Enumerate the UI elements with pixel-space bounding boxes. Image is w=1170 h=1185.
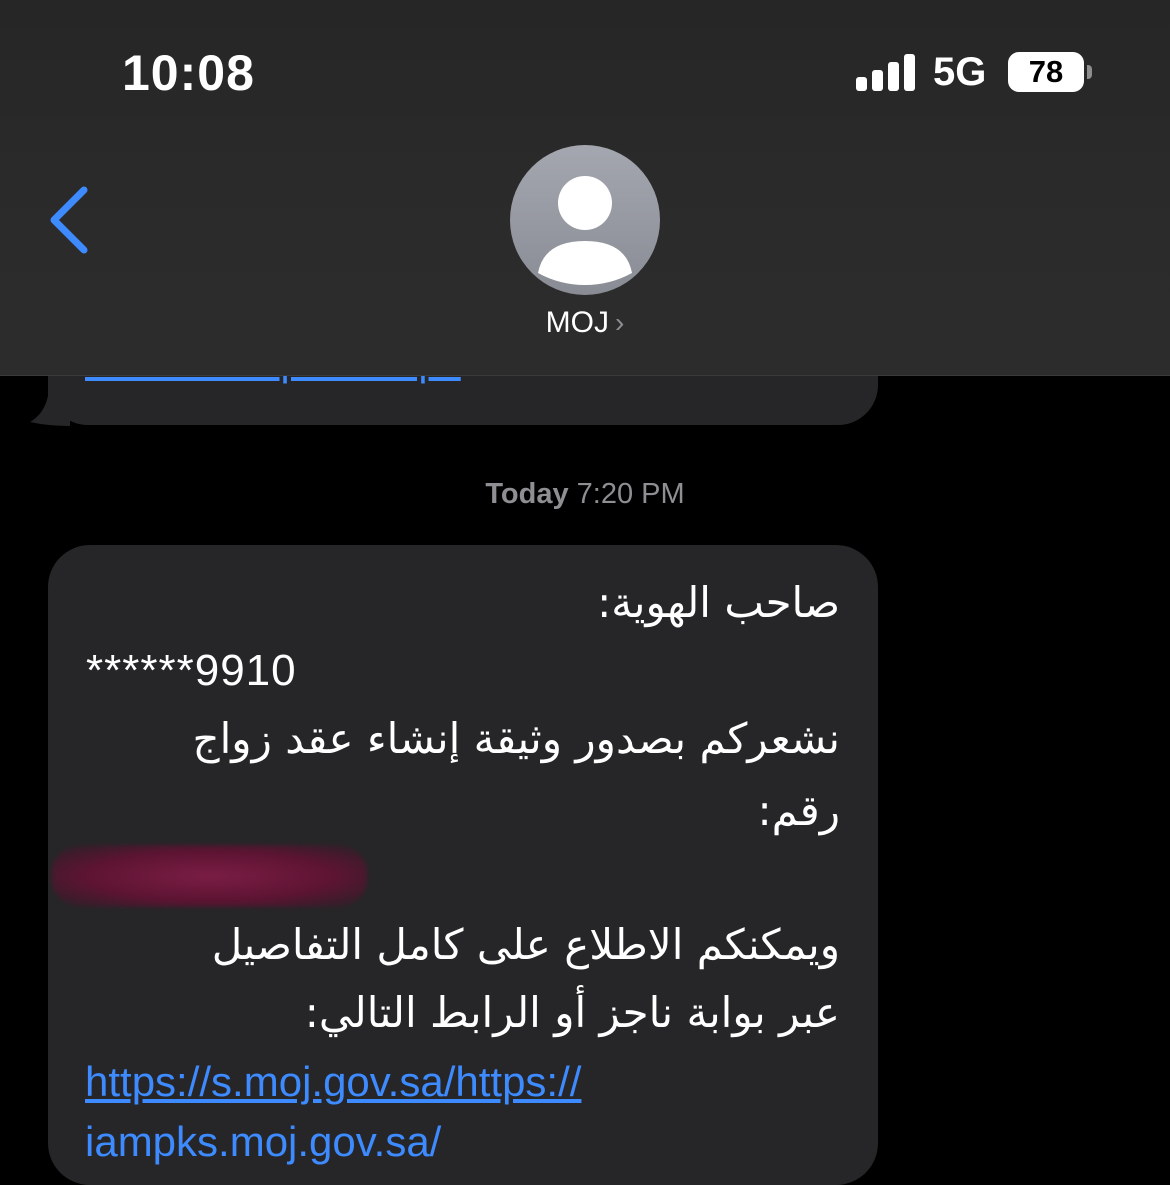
cellular-signal-icon <box>856 53 916 91</box>
redacted-contract-number <box>52 845 367 907</box>
contact-avatar[interactable] <box>510 145 660 295</box>
message-link-continued[interactable]: iampks.moj.gov.sa/ <box>85 1118 441 1166</box>
message-masked-id: ******9910 <box>86 646 297 695</box>
message-line-details: ويمكنكم الاطلاع على كامل التفاصيل <box>211 920 840 969</box>
contact-name[interactable]: MOJ <box>546 306 609 339</box>
timestamp-time: 7:20 PM <box>576 478 685 510</box>
message-link[interactable]: https://s.moj.gov.sa/https:// <box>85 1058 581 1106</box>
network-type: 5G <box>933 50 987 94</box>
message-line-id-label: صاحب الهوية: <box>597 578 840 627</box>
status-time: 10:08 <box>122 45 255 101</box>
battery-icon: 78 <box>1008 52 1084 92</box>
battery-tip <box>1087 65 1092 79</box>
bubble-tail <box>30 380 70 426</box>
message-line-notice: نشعركم بصدور وثيقة إنشاء عقد زواج <box>192 714 841 763</box>
contact-name-row[interactable]: MOJ › <box>0 306 1170 340</box>
message-line-number-label: رقم: <box>757 786 840 835</box>
message-line-portal: عبر بوابة ناجز أو الرابط التالي: <box>304 988 840 1037</box>
back-chevron-icon[interactable] <box>40 180 100 260</box>
timestamp-day: Today <box>485 478 569 510</box>
conversation-header: 10:08 5G 78 MOJ › <box>0 0 1170 376</box>
person-silhouette-icon <box>538 176 632 285</box>
battery-level: 78 <box>1028 54 1064 89</box>
chevron-right-icon[interactable]: › <box>615 307 624 338</box>
message-timestamp: Today 7:20 PM <box>0 478 1170 511</box>
